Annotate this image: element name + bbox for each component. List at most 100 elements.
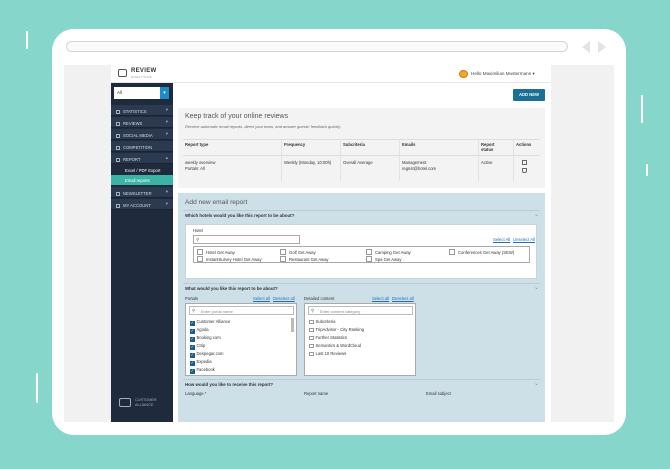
chevron-down-icon: ▾ bbox=[165, 131, 168, 136]
chevron-down-icon: ▾ bbox=[532, 71, 535, 76]
column-header: Actions bbox=[516, 142, 532, 147]
portal-name: Facebook bbox=[196, 367, 215, 372]
content-search-input[interactable]: ⚲ Enter content category bbox=[308, 306, 413, 315]
deselect-all-content-link[interactable]: Deselect all bbox=[392, 296, 414, 301]
reports-title: Keep track of your online reviews bbox=[185, 113, 289, 120]
report-email-address: regnst@hotel.com bbox=[402, 166, 437, 171]
portal-option[interactable]: ✓ Customer Alliance bbox=[190, 319, 230, 326]
hotel-option[interactable]: Conferences Get Away (SEW) bbox=[449, 249, 514, 255]
section-divider bbox=[183, 379, 540, 380]
hotels-question: Which hotels would you like this report … bbox=[185, 213, 295, 218]
portal-option[interactable]: ✓ Expedia bbox=[190, 359, 212, 366]
hotel-filter-select[interactable]: All ▾ bbox=[114, 87, 169, 99]
user-icon bbox=[116, 203, 120, 208]
chevron-down-icon: ▾ bbox=[165, 107, 168, 112]
checkbox-checked-icon: ✓ bbox=[190, 368, 195, 374]
email-reports-card: Keep track of your online reviews Receiv… bbox=[178, 108, 545, 188]
trash-icon[interactable] bbox=[522, 168, 527, 173]
column-header: Report status bbox=[481, 142, 495, 152]
logo-line-1: CUSTOMER bbox=[135, 398, 157, 402]
email-subject-label: Email subject bbox=[426, 391, 451, 396]
sidebar-item-report[interactable]: REPORT ▴ bbox=[111, 153, 173, 164]
customer-alliance-logo-text: CUSTOMER ALLIANCE bbox=[135, 398, 157, 407]
portal-option[interactable]: ✓ Agoda bbox=[190, 327, 209, 334]
portal-option[interactable]: ✓ Facebook bbox=[190, 367, 215, 374]
hotel-option[interactable]: Camping Get Away bbox=[366, 249, 411, 255]
sidebar-item-competition[interactable]: COMPETITION bbox=[111, 141, 173, 152]
back-arrow-icon[interactable] bbox=[582, 41, 590, 53]
chevron-down-icon: ▾ bbox=[165, 201, 168, 206]
main-content: ADD NEW Keep track of your online review… bbox=[173, 83, 551, 422]
checkbox-checked-icon: ✓ bbox=[190, 360, 195, 366]
content-option[interactable]: Further Statistics bbox=[309, 335, 347, 340]
mail-icon bbox=[116, 191, 120, 196]
checkbox-checked-icon: ✓ bbox=[190, 320, 195, 326]
table-divider bbox=[183, 139, 540, 140]
hotel-option[interactable]: Hotel Get Away bbox=[197, 249, 235, 255]
select-all-hotels-link[interactable]: Select All bbox=[493, 237, 510, 242]
sidebar-item-reviews[interactable]: REVIEWS ▾ bbox=[111, 117, 173, 128]
detailed-content-listbox: ⚲ Enter content category Subcriteria Trip… bbox=[304, 303, 416, 376]
select-all-portals-link[interactable]: Select all bbox=[253, 296, 270, 301]
select-all-content-link[interactable]: Select all bbox=[372, 296, 389, 301]
unselect-all-hotels-link[interactable]: Unselect All bbox=[513, 237, 535, 242]
content-option[interactable]: Semantics & WordCloud bbox=[309, 343, 361, 348]
section-divider bbox=[183, 210, 540, 211]
sidebar-item-statistics[interactable]: STATISTICS ▾ bbox=[111, 105, 173, 116]
sidebar-item-label: NEWSLETTER bbox=[123, 190, 152, 196]
content-option[interactable]: Last 10 Reviews bbox=[309, 351, 346, 356]
language-label: Language * bbox=[185, 391, 207, 396]
customer-alliance-logo-icon bbox=[119, 398, 131, 407]
user-menu[interactable]: Hello Maximilian Mustermann ▾ bbox=[471, 71, 535, 77]
sidebar-subitem-email-reports[interactable]: Email reports bbox=[111, 175, 173, 185]
portal-option[interactable]: ✓ Despegar.com bbox=[190, 351, 224, 358]
hotel-option[interactable]: Restaurant Get Away bbox=[280, 256, 329, 262]
content-option[interactable]: Subcriteria bbox=[309, 319, 336, 324]
edit-icon[interactable] bbox=[522, 160, 527, 165]
portal-name: Agoda bbox=[196, 327, 209, 332]
chevron-down-icon[interactable]: ▾ bbox=[160, 87, 169, 99]
decorative-line-left-top bbox=[26, 31, 28, 49]
sidebar-item-social-media[interactable]: SOCIAL MEDIA ▾ bbox=[111, 129, 173, 140]
hotel-search-input[interactable]: ⚲ bbox=[193, 235, 300, 244]
hotel-option[interactable]: Golf Get Away bbox=[280, 249, 316, 255]
add-new-button[interactable]: ADD NEW bbox=[513, 89, 545, 101]
report-status: Active bbox=[481, 160, 493, 165]
chevron-down-icon[interactable]: ⌄ bbox=[534, 284, 539, 291]
hotel-option[interactable]: InstantSurvey Hotel Get Away bbox=[197, 256, 262, 262]
sidebar-subitem-excel-pdf-export[interactable]: Excel / PDF Export bbox=[111, 165, 173, 175]
user-avatar-icon[interactable] bbox=[459, 70, 468, 78]
chevron-down-icon: ▾ bbox=[165, 189, 168, 194]
hotel-option[interactable]: Spa Get Away bbox=[366, 256, 401, 262]
checkbox-icon bbox=[309, 335, 314, 340]
chevron-down-icon[interactable]: ⌄ bbox=[534, 380, 539, 387]
content-name: Further Statistics bbox=[315, 335, 347, 340]
portal-name: Customer Alliance bbox=[196, 319, 231, 324]
portal-name: Booking.com bbox=[196, 335, 221, 340]
report-name-label: Report name bbox=[304, 391, 329, 396]
sidebar-item-label: COMPETITION bbox=[123, 144, 153, 150]
search-icon: ⚲ bbox=[311, 308, 315, 313]
add-email-report-card: Add new email report Which hotels would … bbox=[178, 193, 545, 422]
decorative-line-right-top bbox=[641, 95, 643, 123]
portal-option[interactable]: ✓ Ctrip bbox=[190, 343, 205, 350]
portals-scrollbar[interactable] bbox=[291, 318, 294, 332]
checkbox-checked-icon: ✓ bbox=[190, 344, 195, 350]
deselect-all-portals-link[interactable]: Deselect all bbox=[273, 296, 295, 301]
sidebar-item-my-account[interactable]: MY ACCOUNT ▾ bbox=[111, 199, 173, 210]
portal-option[interactable]: ✓ Booking.com bbox=[190, 335, 221, 342]
chevron-down-icon[interactable]: ⌄ bbox=[534, 211, 539, 218]
content-option[interactable]: TripAdvisor - City Ranking bbox=[309, 327, 364, 332]
column-divider bbox=[281, 139, 282, 181]
sidebar-item-label: SOCIAL MEDIA bbox=[123, 132, 153, 138]
column-header: Report type bbox=[185, 142, 209, 147]
forward-arrow-icon[interactable] bbox=[598, 41, 606, 53]
brand-title: REVIEW bbox=[131, 68, 157, 74]
content-search-placeholder: Enter content category bbox=[320, 308, 361, 314]
portal-search-input[interactable]: ⚲ Enter portal name bbox=[189, 306, 294, 315]
column-divider bbox=[399, 139, 400, 181]
user-name: Hello Maximilian Mustermann bbox=[471, 71, 532, 76]
address-bar[interactable] bbox=[66, 41, 568, 52]
sidebar-item-newsletter[interactable]: NEWSLETTER ▾ bbox=[111, 187, 173, 198]
checkbox-checked-icon: ✓ bbox=[190, 328, 195, 334]
